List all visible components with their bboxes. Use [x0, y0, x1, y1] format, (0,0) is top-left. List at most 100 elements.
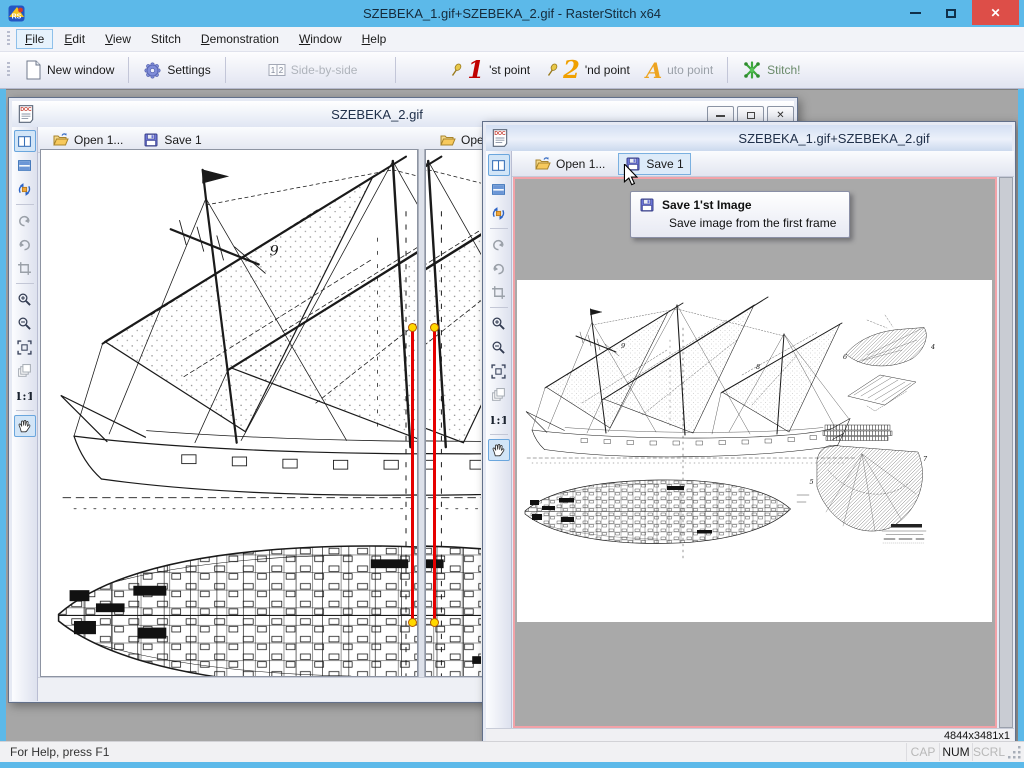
vertical-split-button[interactable]: [488, 154, 510, 176]
stitch-point-2-top[interactable]: [430, 323, 439, 332]
open-first-button[interactable]: Open 1...: [46, 129, 130, 151]
first-point-number: 1: [467, 59, 484, 81]
open-folder-icon: [535, 156, 551, 172]
menu-elp[interactable]: Help: [353, 29, 396, 49]
rotate-left-icon: [491, 237, 506, 252]
pane-splitter[interactable]: [418, 149, 425, 677]
first-point-label: 'st point: [489, 63, 530, 77]
stitch-point-2-bottom[interactable]: [430, 618, 439, 627]
first-point-button[interactable]: 1 'st point: [442, 55, 538, 85]
second-point-label: 'nd point: [585, 63, 630, 77]
window-stitched-result[interactable]: DOC SZEBEKA_1.gif+SZEBEKA_2.gif 1:1 Open…: [482, 121, 1016, 741]
resize-grip[interactable]: [1005, 743, 1023, 761]
palette-separator: [490, 307, 508, 308]
menu-dit[interactable]: Edit: [55, 29, 94, 49]
vertical-split-icon: [491, 158, 506, 173]
toolbar-separator: [395, 57, 396, 83]
palette-separator: [16, 283, 34, 284]
result-title: SZEBEKA_1.gif+SZEBEKA_2.gif: [656, 131, 1012, 146]
swap-images-button[interactable]: [488, 202, 510, 224]
toolbar-grip[interactable]: [7, 62, 10, 78]
stitched-image[interactable]: [517, 280, 992, 622]
rotate-right-button: [488, 257, 510, 279]
cascade-pages-icon: [17, 364, 32, 379]
new-document-icon: [24, 60, 42, 80]
rotate-right-icon: [17, 237, 32, 252]
svg-text:DOC: DOC: [20, 107, 32, 113]
swap-images-icon: [17, 182, 32, 197]
mouse-cursor: [623, 164, 638, 186]
horizontal-split-icon: [491, 182, 506, 197]
horizontal-split-button[interactable]: [14, 154, 36, 176]
num-lock-indicator: NUM: [939, 743, 972, 761]
save-first-label: Save 1: [164, 133, 201, 147]
stitch-point-1-top[interactable]: [408, 323, 417, 332]
rotate-right-icon: [491, 261, 506, 276]
maximize-button[interactable]: [934, 0, 968, 26]
minimize-button[interactable]: [898, 0, 932, 26]
stitch-line-1: [411, 327, 414, 623]
horizontal-split-button[interactable]: [488, 178, 510, 200]
rotate-left-button: [14, 209, 36, 231]
maximize-icon: [946, 9, 956, 18]
open-first-button[interactable]: Open 1...: [528, 153, 612, 175]
menu-iew[interactable]: View: [96, 29, 140, 49]
zoom-out-icon: [491, 340, 506, 355]
minimize-icon: [910, 12, 921, 14]
save-first-button[interactable]: Save 1: [136, 129, 208, 151]
result-image-frame: [513, 177, 997, 728]
menubar-grip[interactable]: [7, 31, 10, 47]
ship-drawing-stitched: [517, 280, 992, 622]
result-toolbar: Open 1... Save 1: [512, 151, 1014, 177]
second-point-number: 2: [563, 59, 580, 81]
save-floppy-icon: [639, 197, 655, 213]
image-pane-left[interactable]: [40, 149, 418, 677]
actual-size-button[interactable]: 1:1: [14, 384, 36, 406]
svg-text:2: 2: [278, 66, 283, 75]
settings-button[interactable]: Settings: [135, 57, 218, 84]
side-by-side-button[interactable]: 1 2 Side-by-side: [260, 59, 366, 81]
zoom-out-button[interactable]: [488, 336, 510, 358]
open-folder-icon: [440, 132, 456, 148]
application-window: RS SZEBEKA_1.gif+SZEBEKA_2.gif - RasterS…: [0, 0, 1024, 768]
stitch-point-1-bottom[interactable]: [408, 618, 417, 627]
save-tooltip: Save 1'st Image Save image from the firs…: [630, 191, 850, 238]
actual-size-button[interactable]: 1:1: [488, 408, 510, 430]
palette-separator: [490, 434, 508, 435]
zoom-out-button[interactable]: [14, 312, 36, 334]
gear-icon: [143, 61, 162, 80]
zoom-in-button[interactable]: [14, 288, 36, 310]
fit-to-window-button[interactable]: [14, 336, 36, 358]
app-titlebar: RS SZEBEKA_1.gif+SZEBEKA_2.gif - RasterS…: [0, 0, 1024, 27]
status-help-text: For Help, press F1: [0, 745, 906, 759]
menu-indow[interactable]: Window: [290, 29, 351, 49]
window-border-bottom: [0, 762, 1024, 768]
fit-to-window-button[interactable]: [488, 360, 510, 382]
menu-emonstration[interactable]: Demonstration: [192, 29, 288, 49]
pin-icon: [450, 62, 462, 78]
ship-drawing-zoomed: [41, 150, 417, 676]
stitch-button[interactable]: Stitch!: [734, 56, 808, 84]
pan-hand-button[interactable]: [488, 439, 510, 461]
main-toolbar: New window Settings 1 2 Side-by-side: [0, 52, 1024, 89]
menu-stitch[interactable]: Stitch: [142, 29, 190, 49]
document-icon: DOC: [16, 104, 36, 124]
result-titlebar[interactable]: DOC SZEBEKA_1.gif+SZEBEKA_2.gif: [486, 125, 1012, 151]
vertical-split-button[interactable]: [14, 130, 36, 152]
close-button[interactable]: ✕: [972, 0, 1019, 25]
zoom-in-button[interactable]: [488, 312, 510, 334]
new-window-button[interactable]: New window: [16, 56, 122, 84]
window-border-left: [0, 89, 6, 762]
menu-ile[interactable]: File: [16, 29, 53, 49]
vertical-scrollbar[interactable]: [999, 177, 1013, 728]
zoom-out-icon: [17, 316, 32, 331]
pan-hand-button[interactable]: [14, 415, 36, 437]
swap-images-button[interactable]: [14, 178, 36, 200]
auto-point-button[interactable]: A uto point: [638, 54, 721, 87]
open-second-button[interactable]: Open 1...: [433, 129, 485, 151]
cascade-pages-icon: [491, 388, 506, 403]
second-point-button[interactable]: 2 'nd point: [538, 55, 638, 85]
open-folder-icon: [53, 132, 69, 148]
menu-items: FileEditViewStitchDemonstrationWindowHel…: [16, 29, 397, 49]
svg-text:DOC: DOC: [494, 131, 506, 137]
